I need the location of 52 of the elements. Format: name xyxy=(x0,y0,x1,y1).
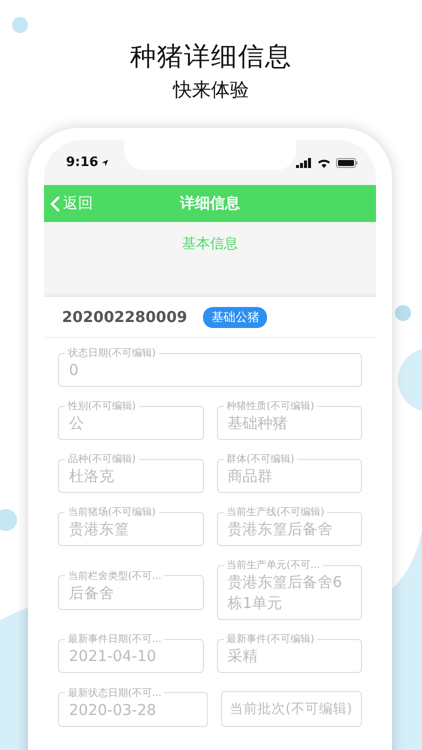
field-value: 0 xyxy=(69,360,80,381)
pig-id: 202002280009 xyxy=(62,308,188,326)
field-label: 当前生产单元(不可... xyxy=(226,558,321,572)
readonly-field[interactable]: 性别(不可编辑) 公 xyxy=(58,399,204,440)
nav-title: 详细信息 xyxy=(180,194,240,213)
readonly-field[interactable]: 最新状态日期(不可... 2020-03-28 xyxy=(58,686,208,726)
field-label: 当前栏舍类型(不可... xyxy=(67,570,162,582)
field-label: 状态日期(不可编辑) xyxy=(67,346,157,360)
location-icon xyxy=(101,158,110,166)
readonly-field[interactable]: 状态日期(不可编辑) 0 xyxy=(58,346,362,387)
field-value: 2020-03-28 xyxy=(69,700,158,720)
field-label: 最新状态日期(不可... xyxy=(67,686,162,700)
field-label: 性别(不可编辑) xyxy=(66,400,137,413)
field-value: 公 xyxy=(69,413,85,434)
field-label: 种猪性质(不可编辑) xyxy=(226,400,316,413)
field-label: 群体(不可编辑) xyxy=(226,452,296,466)
readonly-field[interactable]: 当前生产单元(不可... 贵港东篁后备舍6栋1单元 xyxy=(216,558,362,620)
field-value: 贵港东篁后备舍 xyxy=(228,519,334,540)
readonly-field[interactable]: 品种(不可编辑) 杜洛克 xyxy=(58,452,204,493)
field-label: 最新事件日期(不可... xyxy=(67,632,162,646)
field-value: 杜洛克 xyxy=(69,466,115,487)
field-value: 采精 xyxy=(228,646,258,667)
wifi-icon xyxy=(317,158,331,168)
promo-title: 种猪详细信息 xyxy=(130,42,292,72)
field-label: 当前生产线(不可编辑) xyxy=(226,506,326,519)
readonly-field[interactable]: 最新事件(不可编辑) 采精 xyxy=(216,632,362,673)
decor-dot xyxy=(395,305,411,321)
decor-dot xyxy=(12,17,28,33)
readonly-field[interactable]: 最新事件日期(不可... 2021-04-10 xyxy=(58,632,204,673)
promo-subtitle: 快来体验 xyxy=(173,78,249,102)
field-label: 最新事件(不可编辑) xyxy=(226,632,316,646)
readonly-field[interactable]: 群体(不可编辑) 商品群 xyxy=(216,452,362,493)
pig-tag: 基础公猪 xyxy=(203,306,268,328)
field-label: 品种(不可编辑) xyxy=(67,452,137,466)
signal-icon xyxy=(296,158,312,168)
field-value: 贵港东篁 xyxy=(69,519,130,540)
field-label: 当前猪场(不可编辑) xyxy=(67,506,157,519)
section-tab[interactable]: 基本信息 xyxy=(176,233,244,255)
field-value: 2021-04-10 xyxy=(69,646,158,667)
field-value: 基础种猪 xyxy=(228,413,288,434)
readonly-field[interactable]: 种猪性质(不可编辑) 基础种猪 xyxy=(216,399,362,440)
readonly-field[interactable]: 当前栏舍类型(不可... 后备舍 xyxy=(58,568,204,610)
field-value: 后备舍 xyxy=(69,582,115,604)
readonly-field[interactable]: 当前猪场(不可编辑) 贵港东篁 xyxy=(58,505,204,546)
back-button[interactable]: 返回 xyxy=(44,194,99,213)
readonly-field[interactable]: 当前生产线(不可编辑) 贵港东篁后备舍 xyxy=(216,505,362,546)
field-value: 商品群 xyxy=(228,466,274,487)
field-value: 贵港东篁后备舍6栋1单元 xyxy=(228,572,344,614)
status-time: 9:16 xyxy=(66,155,110,170)
batch-field[interactable]: 当前批次(不可编辑) xyxy=(220,691,362,727)
chevron-left-icon xyxy=(50,194,61,212)
battery-icon xyxy=(336,158,358,168)
